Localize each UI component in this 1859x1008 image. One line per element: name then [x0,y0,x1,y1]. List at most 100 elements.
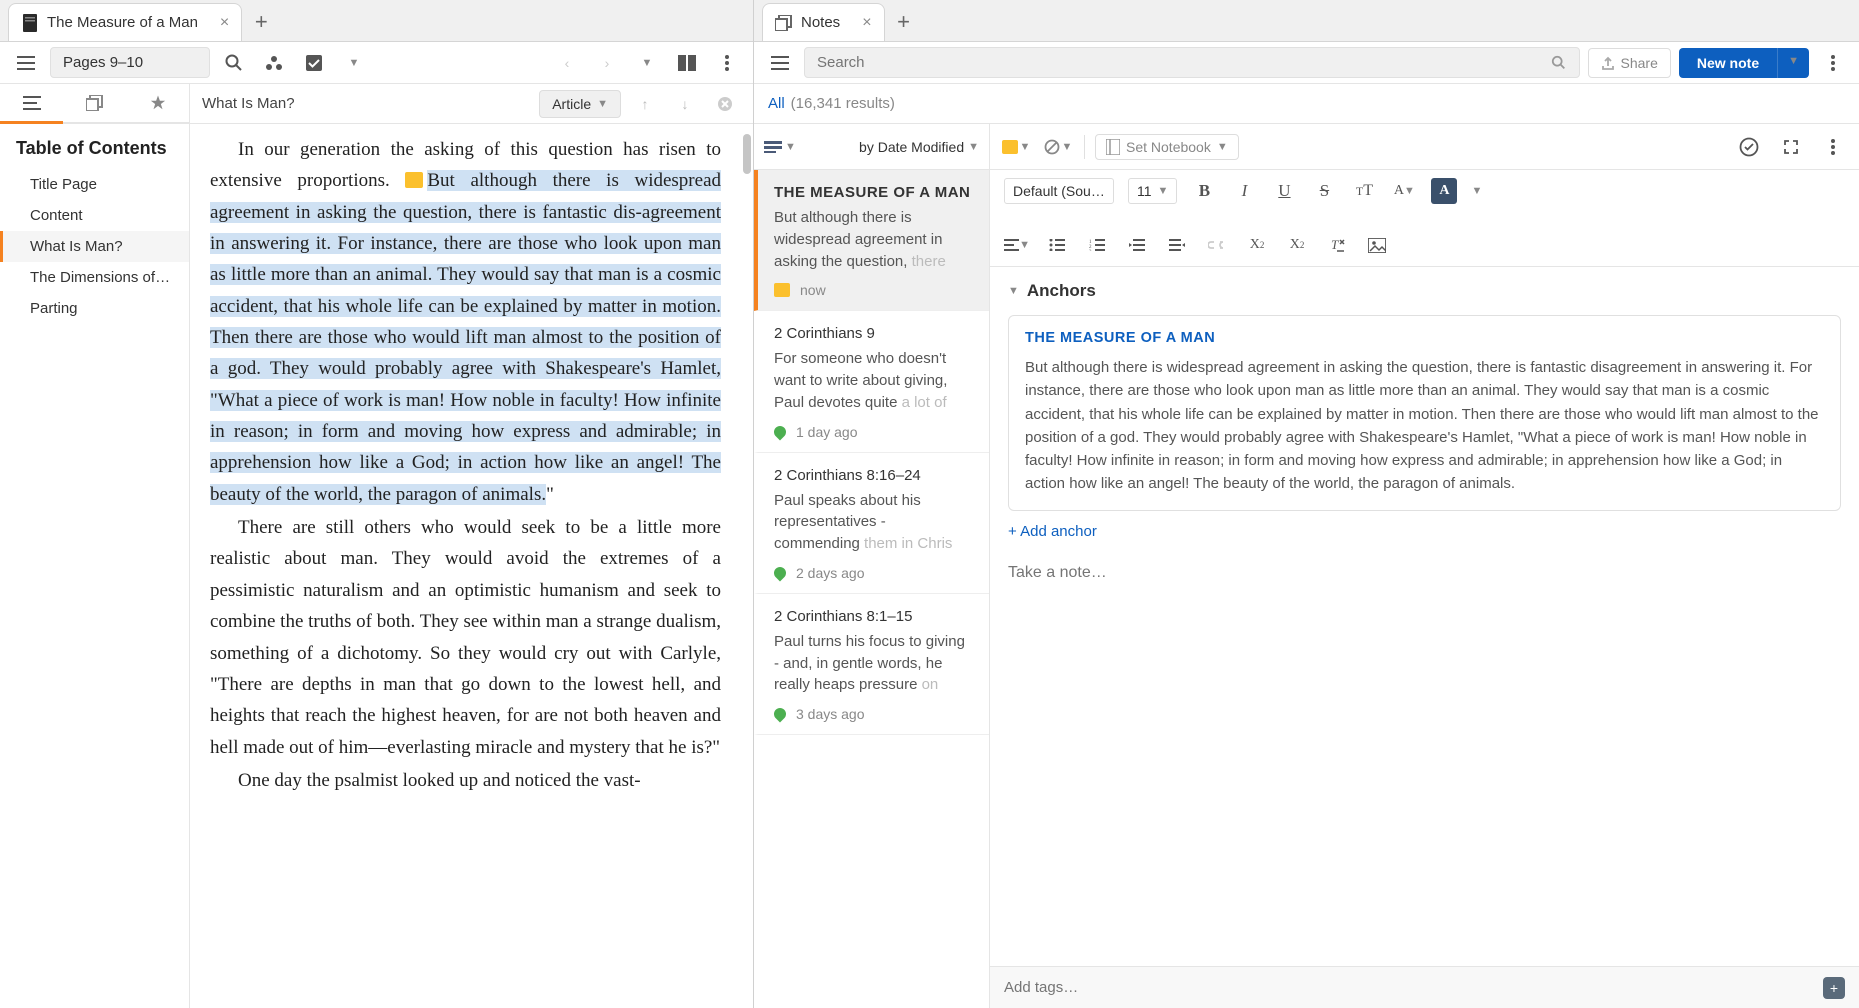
note-yellow-icon [774,283,790,297]
clear-filter-icon[interactable]: ▼ [1042,131,1074,163]
strike-button[interactable]: S [1311,178,1337,204]
superscript-icon[interactable]: X2 [1284,232,1310,258]
set-notebook-button[interactable]: Set Notebook▼ [1095,134,1239,160]
sidebar: Table of Contents Title PageContentWhat … [0,84,190,1008]
favorites-tab-icon[interactable] [126,84,189,122]
note-ref: 2 Corinthians 8:1–15 [774,608,973,625]
highlighted-text[interactable]: But although there is widespread agreeme… [210,170,721,504]
note-list-item[interactable]: 2 Corinthians 8:1–15Paul turns his focus… [754,594,989,735]
tags-input[interactable] [1004,979,1823,996]
menu-icon[interactable] [764,47,796,79]
filter-count: (16,341 results) [791,95,895,112]
arrow-up-icon[interactable]: ↑ [629,88,661,120]
search-icon[interactable] [218,47,250,79]
left-tabbar: The Measure of a Man × + [0,0,753,42]
anchor-title: THE MEASURE OF A MAN [1025,330,1824,346]
toc-item[interactable]: What Is Man? [0,231,189,262]
outdent-icon[interactable] [1124,232,1150,258]
toc-tab-icon[interactable] [0,84,63,122]
add-tag-button[interactable]: + [1823,977,1845,999]
notebook-icon [1106,139,1120,155]
search-input[interactable] [804,47,1580,78]
share-icon [1601,56,1615,70]
kebab-icon[interactable] [1817,47,1849,79]
format-toolbar: Default (Sou…▼ 11▼ B I U S TT A▼ A▼ ▼ 12… [990,170,1859,267]
list-view-icon[interactable]: ▼ [764,131,796,163]
add-tab-button[interactable]: + [885,3,923,41]
right-tabbar: Notes × + [754,0,1859,42]
note-body-input[interactable] [1008,558,1841,588]
note-preview: For someone who doesn't want to write ab… [774,348,973,413]
toc-item[interactable]: The Dimensions of a… [0,262,189,293]
textsize-icon[interactable]: TT [1351,178,1377,204]
nav-dropdown-icon[interactable]: ▼ [631,47,663,79]
sort-dropdown[interactable]: by Date Modified▼ [859,139,979,155]
image-icon[interactable] [1364,232,1390,258]
add-tab-button[interactable]: + [242,3,280,41]
copies-tab-icon[interactable] [63,84,126,122]
search-field[interactable] [817,54,1551,71]
add-anchor-button[interactable]: + Add anchor [1008,523,1097,540]
note-list-item[interactable]: THE MEASURE OF A MANBut although there i… [754,170,989,311]
italic-button[interactable]: I [1231,178,1257,204]
close-icon[interactable]: × [220,14,229,32]
note-editor: ▼ ▼ Set Notebook▼ Default (Sou…▼ 11▼ B [990,124,1859,1008]
reader-body[interactable]: In our generation the asking of this que… [190,124,753,1008]
page-indicator[interactable]: Pages 9–10 [50,47,210,78]
split-view-icon[interactable] [671,47,703,79]
anchors-header[interactable]: ▼Anchors [1008,281,1841,301]
anchor-card[interactable]: THE MEASURE OF A MAN But although there … [1008,315,1841,511]
font-size-select[interactable]: 11▼ [1128,178,1177,204]
note-time: 1 day ago [796,424,858,440]
bold-button[interactable]: B [1191,178,1217,204]
scrollbar[interactable] [743,134,751,174]
kebab-icon[interactable] [1817,131,1849,163]
indent-icon[interactable] [1164,232,1190,258]
note-list-item[interactable]: 2 Corinthians 9 For someone who doesn't w… [754,311,989,452]
link-icon[interactable] [1204,232,1230,258]
new-note-button[interactable]: New note [1679,48,1777,78]
note-ref: 2 Corinthians 8:16–24 [774,467,973,484]
subscript-icon[interactable]: X2 [1244,232,1270,258]
clear-format-icon[interactable]: T [1324,232,1350,258]
close-panel-icon[interactable] [709,88,741,120]
note-list-item[interactable]: 2 Corinthians 8:16–24 Paul speaks about h… [754,453,989,594]
align-icon[interactable]: ▼ [1004,232,1030,258]
note-marker-icon[interactable] [405,172,423,188]
checkbox-icon[interactable] [298,47,330,79]
expand-icon[interactable] [1775,131,1807,163]
related-icon[interactable] [258,47,290,79]
arrow-down-icon[interactable]: ↓ [669,88,701,120]
tab-notes[interactable]: Notes × [762,3,885,41]
number-list-icon[interactable]: 123 [1084,232,1110,258]
toc-item[interactable]: Title Page [0,169,189,200]
share-button[interactable]: Share [1588,48,1671,78]
kebab-icon[interactable] [711,47,743,79]
note-ref: 2 Corinthians 9 [774,325,973,342]
article-dropdown[interactable]: Article▼ [539,90,621,118]
body-text: One day the psalmist looked up and notic… [210,765,721,796]
svg-text:T: T [1331,237,1339,252]
underline-button[interactable]: U [1271,178,1297,204]
note-preview: Paul speaks about his representatives - … [774,490,973,555]
new-note-dropdown[interactable]: ▼ [1777,48,1809,78]
highlight-color-button[interactable]: A [1431,178,1457,204]
close-icon[interactable]: × [862,14,871,32]
font-family-select[interactable]: Default (Sou…▼ [1004,178,1114,204]
filter-all[interactable]: All [768,95,785,112]
text-color-button[interactable]: A▼ [1391,178,1417,204]
nav-back-icon[interactable]: ‹ [551,47,583,79]
note-color-icon[interactable]: ▼ [1000,131,1032,163]
right-toolbar: Share New note ▼ [754,42,1859,84]
toc-item[interactable]: Content [0,200,189,231]
nav-forward-icon[interactable]: › [591,47,623,79]
bullet-list-icon[interactable] [1044,232,1070,258]
toc-item[interactable]: Parting [0,293,189,324]
note-time: now [800,282,826,298]
menu-icon[interactable] [10,47,42,79]
tab-book[interactable]: The Measure of a Man × [8,3,242,41]
chevron-down-icon[interactable]: ▼ [338,47,370,79]
check-circle-icon[interactable] [1733,131,1765,163]
tab-title: Notes [801,14,840,31]
tags-bar: + [990,966,1859,1008]
